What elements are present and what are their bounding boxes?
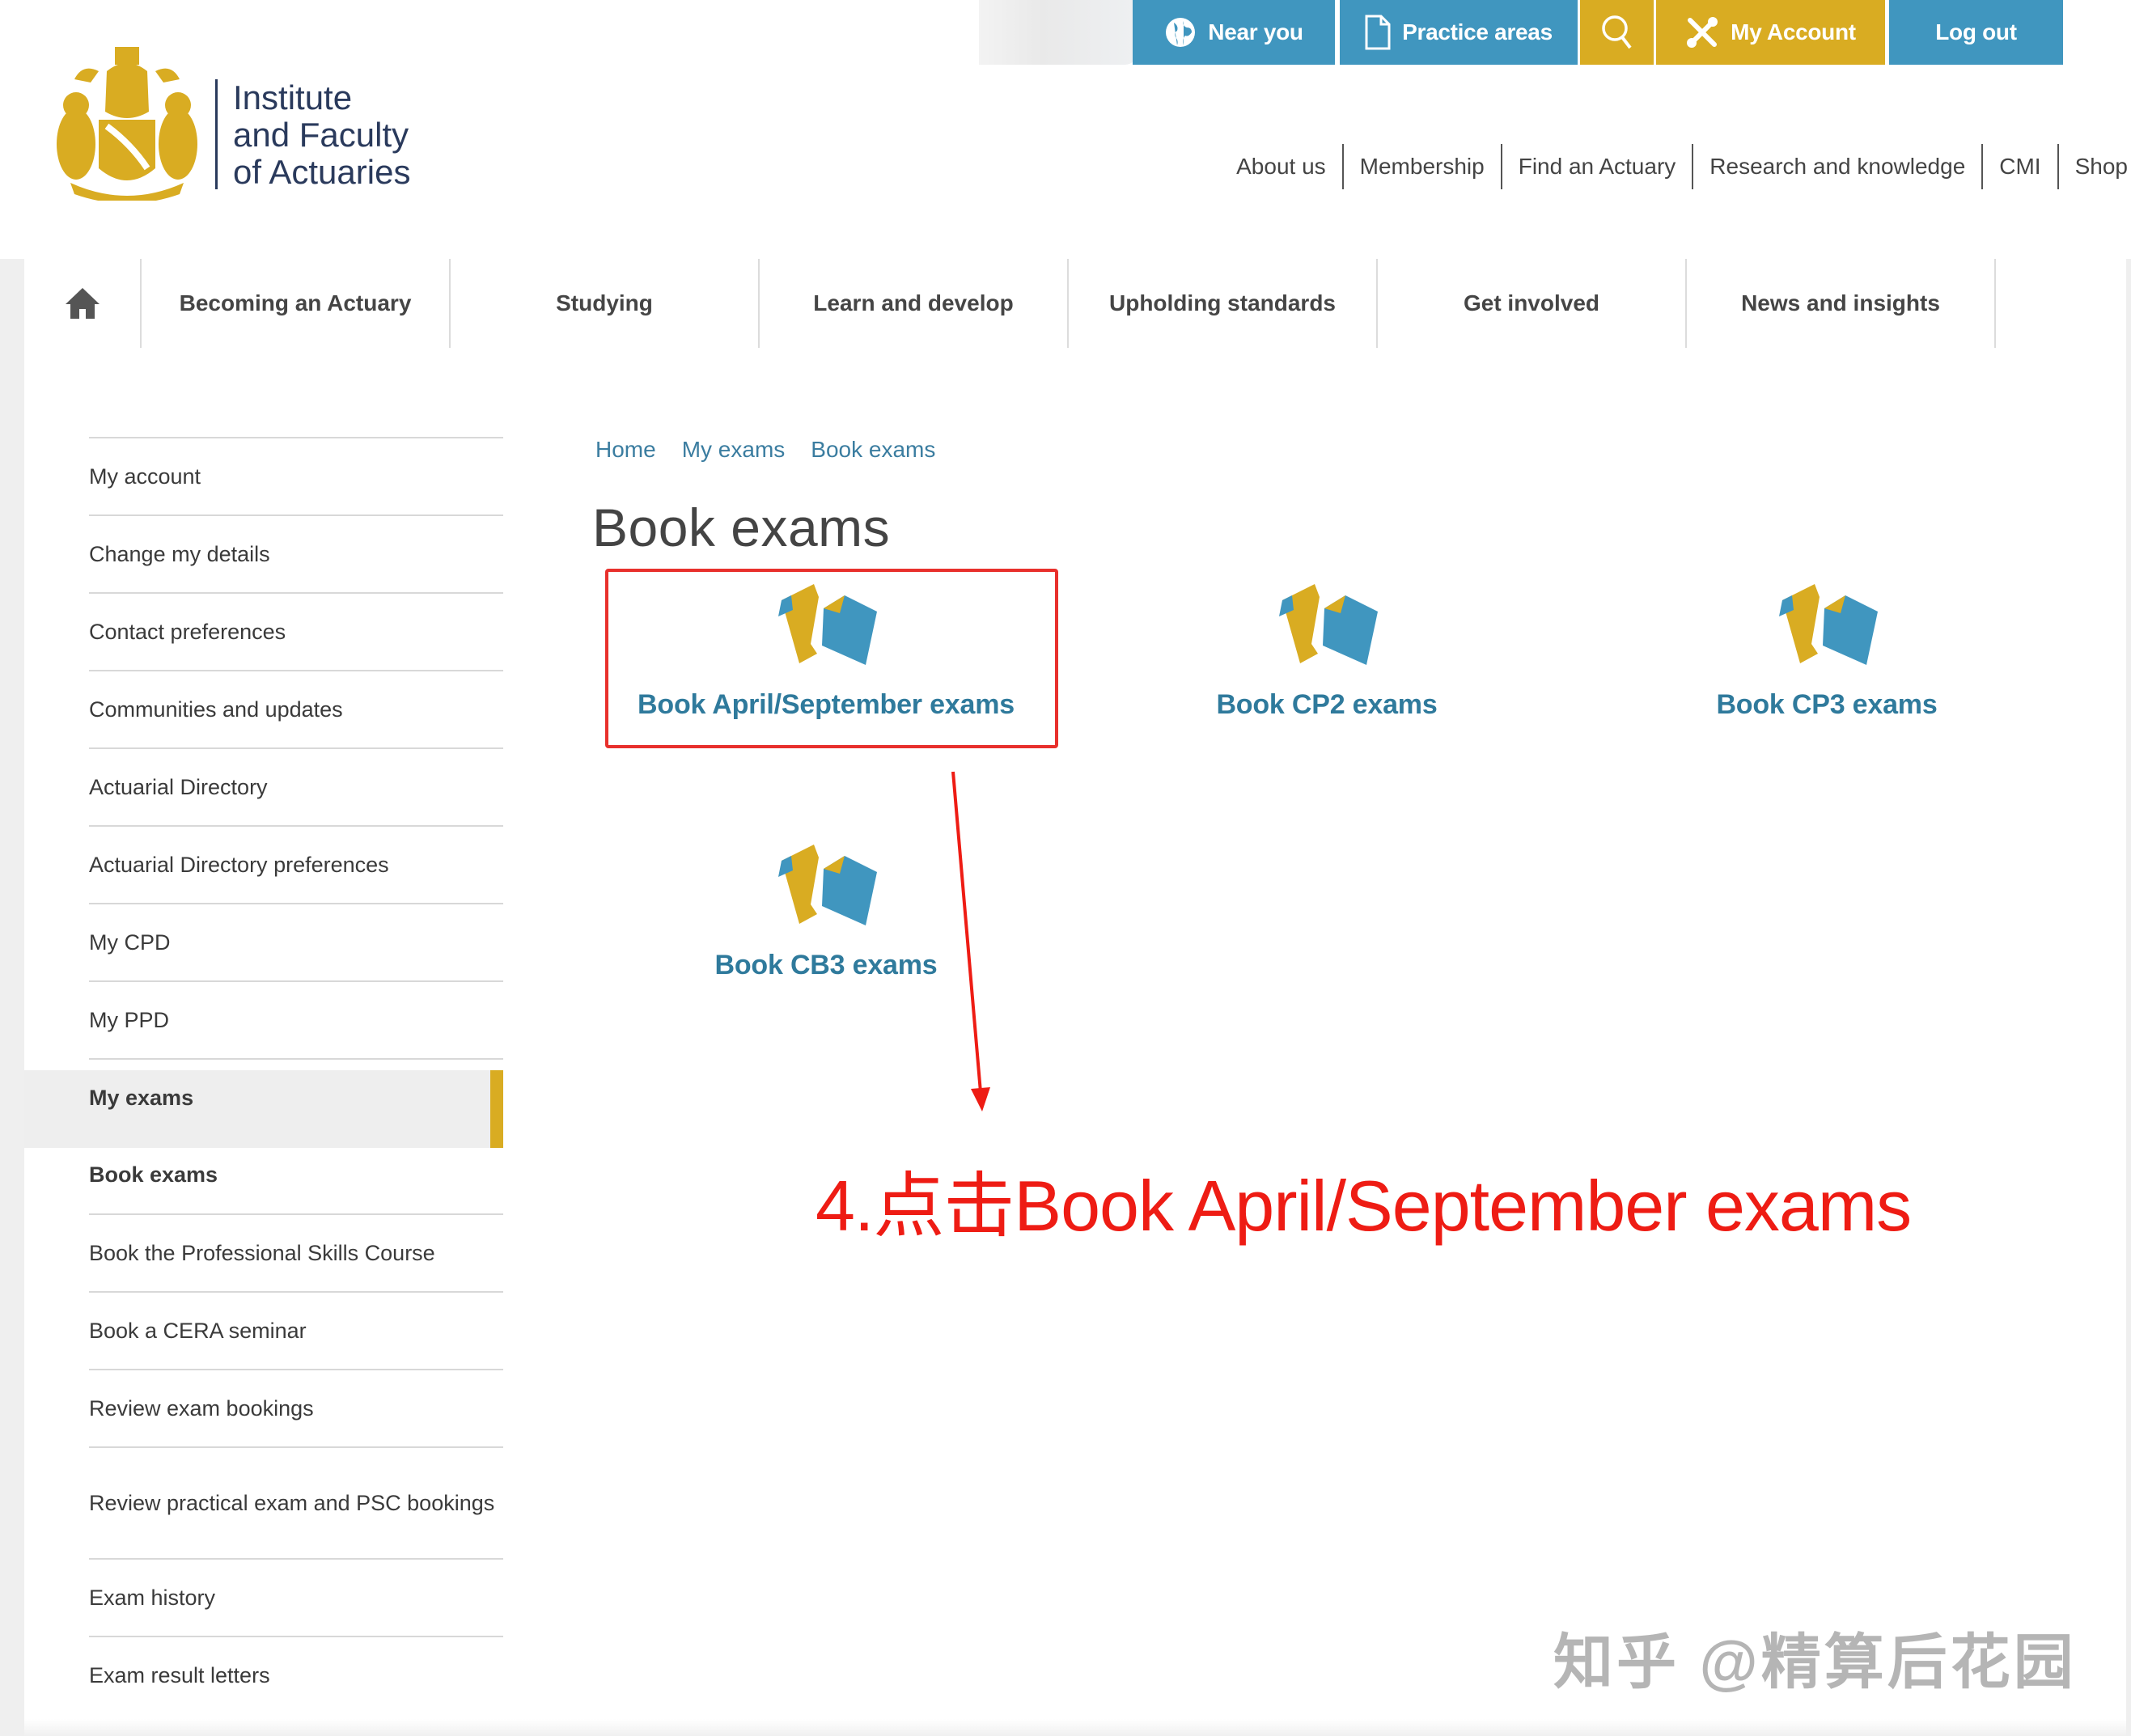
near-you-label: Near you: [1208, 19, 1303, 44]
tile-label: Book CB3 exams: [714, 950, 938, 980]
document-icon: [1365, 15, 1391, 50]
sidebar-item-my-ppd[interactable]: My PPD: [89, 980, 503, 1058]
blurred-username: [979, 0, 1137, 65]
logo-line-3: of Actuaries: [233, 153, 411, 191]
nav-studying[interactable]: Studying: [451, 259, 760, 348]
sidebar-item-change-my-details[interactable]: Change my details: [89, 514, 503, 592]
exam-papers-icon: [1279, 584, 1378, 665]
sidebar-item-contact-preferences[interactable]: Contact preferences: [89, 592, 503, 670]
breadcrumb-my-exams[interactable]: My exams: [682, 437, 786, 463]
sidebar-menu: My account Change my details Contact pre…: [89, 437, 503, 1713]
sidebar-item-my-cpd[interactable]: My CPD: [89, 903, 503, 980]
secnav-shop[interactable]: Shop: [2059, 144, 2131, 189]
tile-label: Book CP2 exams: [1216, 689, 1438, 720]
practice-areas-button[interactable]: Practice areas: [1340, 0, 1578, 65]
search-icon: [1601, 15, 1632, 49]
logo-line-1: Institute: [233, 78, 353, 116]
my-account-label: My Account: [1731, 19, 1856, 44]
sidebar-item-book-cera-seminar[interactable]: Book a CERA seminar: [89, 1291, 503, 1369]
tile-book-cp3-exams[interactable]: Book CP3 exams: [1600, 584, 2053, 721]
ifoa-crest-logo[interactable]: [50, 47, 204, 201]
log-out-button[interactable]: Log out: [1889, 0, 2063, 65]
exam-papers-icon: [778, 845, 877, 925]
bottom-fade: [24, 1719, 2126, 1736]
nav-get-involved[interactable]: Get involved: [1378, 259, 1687, 348]
my-account-button[interactable]: My Account: [1656, 0, 1885, 65]
annotation-highlight-box: [605, 569, 1058, 748]
logo-line-2: and Faculty: [233, 116, 409, 154]
breadcrumb: Home My exams Book exams: [595, 437, 935, 463]
secnav-research-and-knowledge[interactable]: Research and knowledge: [1693, 144, 1984, 189]
nav-home[interactable]: [24, 259, 142, 348]
nav-upholding-standards[interactable]: Upholding standards: [1069, 259, 1378, 348]
near-you-button[interactable]: Near you: [1133, 0, 1335, 65]
logo-wordmark[interactable]: Institute and Faculty of Actuaries: [233, 79, 410, 191]
annotation-instruction: 4.点击Book April/September exams: [816, 1166, 1912, 1246]
breadcrumb-home[interactable]: Home: [595, 437, 656, 463]
search-button[interactable]: [1580, 0, 1654, 65]
home-icon: [65, 288, 100, 319]
sidebar-item-book-professional-skills-course[interactable]: Book the Professional Skills Course: [89, 1213, 503, 1291]
sidebar-item-actuarial-directory[interactable]: Actuarial Directory: [89, 747, 503, 825]
annotation-arrow: [951, 771, 990, 1111]
secondary-nav: About us Membership Find an Actuary Rese…: [1220, 144, 2131, 189]
sidebar-item-exam-history[interactable]: Exam history: [89, 1558, 503, 1636]
secnav-find-an-actuary[interactable]: Find an Actuary: [1502, 144, 1694, 189]
sidebar-item-exam-result-letters[interactable]: Exam result letters: [89, 1636, 503, 1713]
globe-icon: [1166, 18, 1196, 47]
sidebar-item-communities-and-updates[interactable]: Communities and updates: [89, 670, 503, 747]
sidebar-item-review-practical-exam-psc-bookings[interactable]: Review practical exam and PSC bookings: [89, 1446, 503, 1558]
secnav-about-us[interactable]: About us: [1220, 144, 1344, 189]
sidebar-item-my-account[interactable]: My account: [89, 437, 503, 514]
breadcrumb-book-exams[interactable]: Book exams: [811, 437, 935, 463]
sidebar-item-book-exams[interactable]: Book exams: [89, 1136, 503, 1213]
page-title: Book exams: [592, 498, 891, 557]
sidebar-item-review-exam-bookings[interactable]: Review exam bookings: [89, 1369, 503, 1446]
tile-book-cp2-exams[interactable]: Book CP2 exams: [1100, 584, 1553, 721]
nav-learn-and-develop[interactable]: Learn and develop: [760, 259, 1069, 348]
tile-label: Book CP3 exams: [1716, 689, 1938, 720]
tools-icon: [1687, 17, 1718, 48]
practice-areas-label: Practice areas: [1402, 19, 1553, 44]
log-out-label: Log out: [1935, 19, 2017, 44]
sidebar-item-actuarial-directory-preferences[interactable]: Actuarial Directory preferences: [89, 825, 503, 903]
nav-becoming-an-actuary[interactable]: Becoming an Actuary: [142, 259, 451, 348]
secnav-cmi[interactable]: CMI: [1983, 144, 2059, 189]
exam-papers-icon: [1779, 584, 1878, 665]
secnav-membership[interactable]: Membership: [1344, 144, 1502, 189]
sidebar-item-my-exams[interactable]: My exams: [89, 1058, 503, 1136]
watermark: 知乎 @精算后花园: [1553, 1628, 2077, 1696]
nav-news-and-insights[interactable]: News and insights: [1687, 259, 1996, 348]
logo-divider: [215, 79, 218, 189]
